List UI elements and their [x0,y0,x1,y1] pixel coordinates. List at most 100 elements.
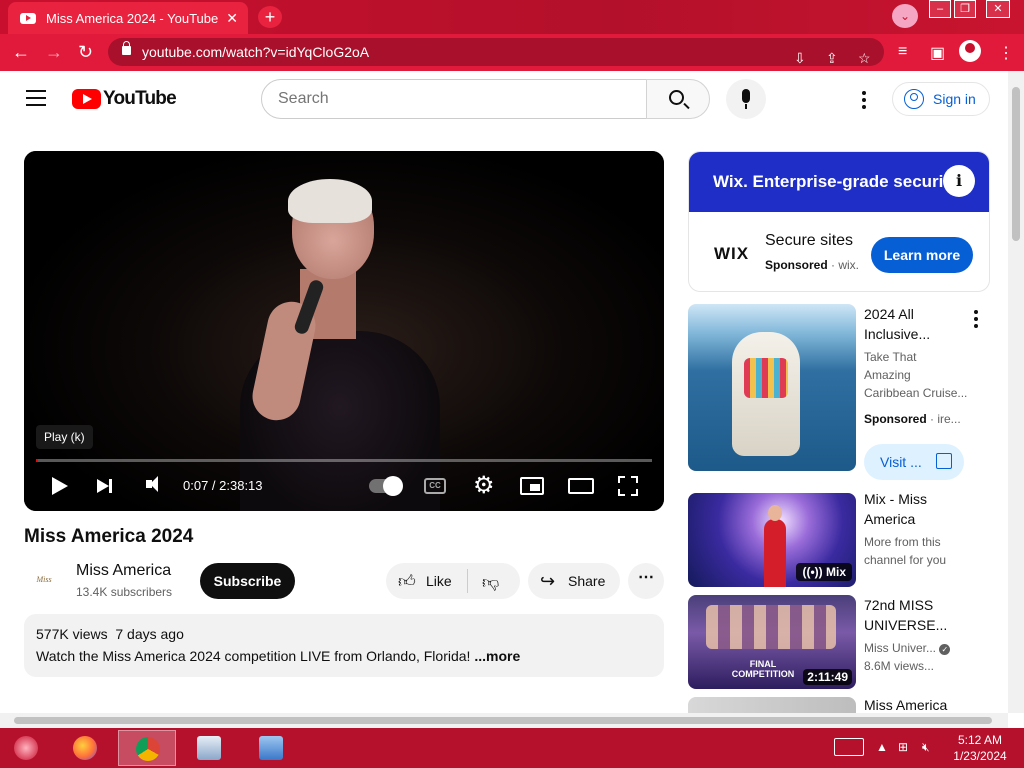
reading-list-icon[interactable]: ≡ [898,43,907,61]
like-label[interactable]: Like [426,573,452,589]
description-body: Watch the Miss America 2024 competition … [36,648,471,664]
search-button[interactable] [646,79,710,119]
tab-search-icon[interactable]: ⌄ [892,4,918,28]
youtube-logo[interactable]: YouTube [72,88,177,110]
start-button[interactable] [0,730,52,766]
browser-menu-icon[interactable]: ⋮ [998,43,1014,63]
reload-icon[interactable]: ↻ [78,42,93,62]
description-box[interactable]: 577K views 7 days ago Watch the Miss Ame… [24,614,664,677]
sidebar-ad[interactable]: Wix. Enterprise-grade security i WIX Sec… [688,151,990,292]
ad-info-icon[interactable]: i [943,165,975,197]
subscribe-button[interactable]: Subscribe [200,563,295,599]
ad-title[interactable]: Secure sites [765,232,853,250]
sidebar-item-miss-universe[interactable]: FINAL COMPETITION 2:11:49 72nd MISS UNIV… [688,595,990,689]
video-thumbnail[interactable] [688,304,856,471]
taskbar-app-monitor[interactable] [180,730,238,766]
url-text: youtube.com/watch?v=idYqCloG2oA [142,44,370,60]
volume-muted-icon[interactable]: 🔇︎ [922,740,930,755]
ad-domain: ire... [937,412,961,426]
taskbar-app-window[interactable] [242,730,300,766]
learn-more-button[interactable]: Learn more [871,237,973,273]
install-icon[interactable]: ⇩ [794,44,806,72]
browser-toolbar: ← → ↻ youtube.com/watch?v=idYqCloG2oA ⇩ … [0,34,1024,71]
rec-meta-line: Take That [864,350,917,364]
vertical-scrollbar[interactable] [1008,71,1024,713]
masthead: YouTube Search Sign in [0,71,1008,127]
scrollbar-thumb[interactable] [14,717,992,724]
close-window-icon[interactable]: ✕ [986,0,1010,18]
video-player[interactable]: Play (k) 0:07 / 2:38:13 CC ⚙ [24,151,664,511]
settings-gear-icon[interactable]: ⚙ [473,474,495,498]
horizontal-scrollbar[interactable] [0,713,1008,728]
restore-icon[interactable]: ❐ [954,0,976,18]
more-actions-button[interactable]: ⋯ [628,563,664,599]
share-button[interactable]: ↪ Share [528,563,620,599]
bookmark-star-icon[interactable]: ☆ [858,44,871,72]
close-tab-icon[interactable]: ✕ [226,10,238,27]
play-tooltip: Play (k) [36,425,93,449]
miniplayer-icon[interactable] [520,477,544,495]
rec-meta-line: channel for you [864,553,947,567]
progress-bar[interactable] [36,459,652,462]
sign-in-button[interactable]: Sign in [892,82,990,116]
side-panel-icon[interactable]: ▣ [930,43,945,63]
forward-icon[interactable]: → [45,42,63,62]
menu-icon[interactable] [26,90,46,106]
system-clock[interactable]: 5:12 AM 1/23/2024 [952,732,1008,764]
video-thumbnail[interactable]: FINAL COMPETITION 2:11:49 [688,595,856,689]
clock-time: 5:12 AM [957,733,1003,747]
volume-icon[interactable] [146,476,158,492]
voice-search-button[interactable] [726,79,766,119]
keyboard-icon[interactable] [834,738,864,756]
captions-icon[interactable]: CC [424,478,446,494]
dislike-button[interactable]: 👎︎ [482,572,499,593]
sponsored-label: Sponsored [864,412,927,426]
autoplay-toggle[interactable] [369,476,403,496]
sidebar-item-mix[interactable]: ((•)) Mix Mix - Miss America More from t… [688,489,990,587]
external-link-icon [936,453,952,469]
red-gown-figure [764,519,786,587]
rec-meta-line: Amazing [864,368,911,382]
next-icon[interactable] [97,479,112,493]
youtube-wordmark: YouTube [103,88,177,109]
progress-fill [36,459,39,462]
search-input[interactable]: Search [261,79,647,119]
browser-tab[interactable]: Miss America 2024 - YouTube ✕ [8,2,248,34]
sidebar-item-cruise-ad[interactable]: 2024 All Inclusive... Take That Amazing … [688,304,990,484]
rec-meta: Take That Amazing Caribbean Cruise... [864,348,976,402]
share-page-icon[interactable]: ⇪ [826,44,838,72]
visit-site-button[interactable]: Visit ... [864,444,964,480]
rec-title-line: 72nd MISS [864,597,934,613]
settings-more-icon[interactable] [862,91,866,112]
rec-title[interactable]: Mix - Miss America [864,489,974,529]
taskbar-chrome[interactable] [118,730,176,766]
fullscreen-icon[interactable] [618,476,638,496]
show-hidden-icons-icon[interactable]: ▲ [876,740,888,754]
like-button[interactable]: 👍︎ [398,571,416,592]
rec-title[interactable]: Miss America [864,695,974,713]
sidebar-item-miss-america[interactable]: Miss America [688,697,990,713]
divider [467,569,468,593]
video-thumbnail[interactable]: ((•)) Mix [688,493,856,587]
address-bar[interactable]: youtube.com/watch?v=idYqCloG2oA ⇩ ⇪ ☆ [108,38,884,66]
rec-title[interactable]: 2024 All Inclusive... [864,304,974,344]
ad-domain: wix. [838,258,860,272]
channel-name[interactable]: Miss America [76,562,171,580]
thumbnail-caption: FINAL COMPETITION [731,659,795,679]
taskbar-firefox[interactable] [56,730,114,766]
video-thumbnail[interactable] [688,697,856,713]
show-more-link[interactable]: ...more [474,648,520,664]
rec-title[interactable]: 72nd MISS UNIVERSE... [864,595,974,635]
network-icon[interactable]: ⊞ [898,740,908,754]
profile-icon[interactable] [959,40,981,62]
rec-more-icon[interactable] [974,310,978,331]
rec-title-line: Mix - Miss [864,491,927,507]
video-duration: 2:11:49 [803,669,852,685]
minimize-icon[interactable]: – [929,0,951,18]
new-tab-button[interactable]: + [258,6,282,28]
back-icon[interactable]: ← [12,42,30,62]
theater-mode-icon[interactable] [568,478,594,494]
play-icon[interactable] [52,477,68,495]
scrollbar-thumb[interactable] [1012,87,1020,241]
channel-avatar[interactable]: Miss America [24,560,64,624]
